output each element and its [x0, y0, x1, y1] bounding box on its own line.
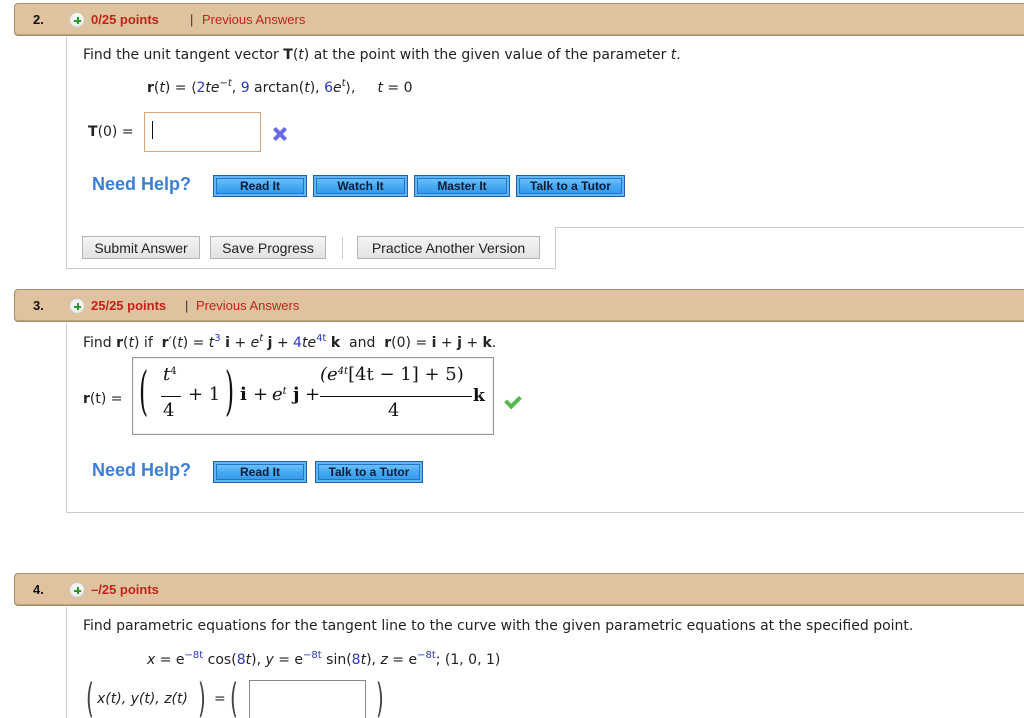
question-equation: r(t) = ⟨2te−t, 9 arctan(t), 6et⟩, t = 0	[147, 78, 413, 96]
submit-answer-button[interactable]: Submit Answer	[82, 236, 200, 259]
expand-plus-icon[interactable]	[69, 582, 85, 598]
talk-to-tutor-button[interactable]: Talk to a Tutor	[516, 175, 625, 197]
need-help-label: Need Help?	[92, 174, 192, 194]
rparen: )	[198, 676, 206, 718]
question-4-header: 4. –/25 points	[14, 573, 1024, 606]
points-score: 0/25 points	[91, 12, 159, 27]
divider	[66, 512, 1024, 513]
question-3-body-border	[66, 323, 67, 513]
question-prompt: Find parametric equations for the tangen…	[83, 618, 914, 634]
practice-another-version-button[interactable]: Practice Another Version	[357, 236, 540, 259]
math-plus-one: + 1	[188, 384, 221, 405]
question-number: 2.	[33, 12, 44, 27]
expand-plus-icon[interactable]	[69, 298, 85, 314]
math-i: i	[240, 384, 247, 405]
previous-answers-link[interactable]: Previous Answers	[202, 12, 305, 27]
math-plus: +	[253, 384, 269, 405]
math-lparen: (	[139, 362, 149, 422]
math-k: k	[473, 386, 485, 406]
question-equation: x = e−8t cos(8t), y = e−8t sin(8t), z = …	[147, 650, 501, 668]
math-frac1-den: 4	[163, 400, 175, 421]
question-4-body-border	[66, 607, 67, 718]
answer-equals: =	[214, 691, 226, 707]
incorrect-x-icon	[273, 127, 287, 141]
watch-it-button[interactable]: Watch It	[313, 175, 408, 197]
points-score: 25/25 points	[91, 298, 167, 313]
math-plus: +	[305, 384, 321, 405]
divider	[342, 237, 343, 259]
lparen: (	[86, 676, 94, 718]
text-cursor	[152, 121, 153, 139]
question-2-body-border	[66, 37, 67, 269]
separator: |	[190, 12, 194, 27]
read-it-button[interactable]: Read It	[213, 461, 307, 483]
answer-label: r(t) =	[83, 391, 123, 407]
talk-to-tutor-button[interactable]: Talk to a Tutor	[315, 461, 423, 483]
question-prompt: Find r(t) if r′(t) = t3 i + et j + 4te4t…	[83, 333, 497, 351]
math-rparen: )	[225, 362, 235, 422]
math-frac2-num: (e4t[4t − 1] + 5)	[320, 364, 464, 385]
question-3-header: 3. 25/25 points | Previous Answers	[14, 289, 1024, 322]
question-prompt: Find the unit tangent vector T(t) at the…	[83, 47, 681, 63]
master-it-button[interactable]: Master It	[414, 175, 510, 197]
answer-label: T(0) =	[88, 124, 134, 140]
lparen: (	[230, 676, 238, 718]
save-progress-button[interactable]: Save Progress	[210, 236, 326, 259]
divider	[66, 268, 556, 269]
correct-check-icon	[505, 393, 523, 407]
math-j: j	[293, 384, 300, 405]
fraction-bar	[161, 396, 181, 397]
answer-input[interactable]	[249, 680, 366, 718]
math-e-exp: et	[272, 384, 287, 405]
expand-plus-icon[interactable]	[69, 12, 85, 28]
points-score: –/25 points	[91, 582, 159, 597]
math-frac1-num: t4	[163, 364, 177, 385]
separator: |	[185, 298, 189, 313]
divider	[555, 227, 556, 269]
question-number: 4.	[33, 582, 44, 597]
fraction-bar	[320, 396, 472, 397]
previous-answers-link[interactable]: Previous Answers	[196, 298, 299, 313]
divider	[555, 227, 1024, 228]
rparen: )	[376, 676, 384, 718]
answer-display: ( t4 4 + 1 ) i + et j + (e4t[4t − 1] + 5…	[132, 357, 494, 435]
need-help-label: Need Help?	[92, 460, 192, 480]
question-number: 3.	[33, 298, 44, 313]
read-it-button[interactable]: Read It	[213, 175, 307, 197]
question-2-header: 2. 0/25 points | Previous Answers	[14, 3, 1024, 36]
answer-input[interactable]	[144, 112, 261, 152]
answer-label: x(t), y(t), z(t)	[97, 691, 188, 707]
math-frac2-den: 4	[388, 400, 400, 421]
